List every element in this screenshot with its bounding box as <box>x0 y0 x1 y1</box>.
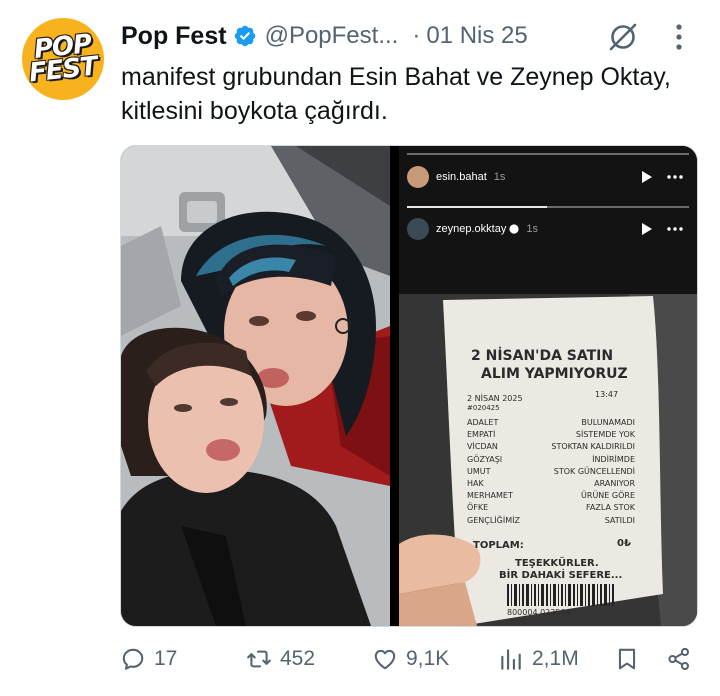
tweet-text: manifest grubundan Esin Bahat ve Zeynep … <box>121 63 671 125</box>
views-button[interactable]: 2,1M <box>498 646 579 672</box>
heart-icon <box>374 649 396 670</box>
receipt-title-line2: ALIM YAPMIYORUZ <box>481 366 628 382</box>
receipt-date: 2 NİSAN 2025 <box>467 394 523 403</box>
receipt-item: GENÇLİĞİMİZ <box>467 515 520 525</box>
receipt-item: EMPATİ <box>467 430 496 440</box>
receipt-status: STOK GÜNCELLENDİ <box>553 466 635 476</box>
reply-icon <box>122 648 144 670</box>
header-separator: · <box>412 22 421 49</box>
reply-button[interactable]: 17 <box>120 646 177 672</box>
share-icon <box>668 647 690 671</box>
story-time-2: 1s <box>526 223 538 235</box>
receipt-row: MERHAMET ÜRÜNE GÖRE <box>467 491 635 503</box>
more-icon-2[interactable] <box>667 227 683 231</box>
bookmark-icon <box>618 648 636 670</box>
story-username-1[interactable]: esin.bahat <box>436 171 487 183</box>
tweet-media[interactable]: esin.bahat 1s zeynep.okktay 1s 2 NİSAN'D… <box>120 145 698 627</box>
receipt-item: ADALET <box>467 418 499 427</box>
receipt-total-label: TOPLAM: <box>473 540 524 551</box>
author-handle[interactable]: @PopFest... <box>265 22 399 50</box>
receipt-row: HAK ARANIYOR <box>467 479 635 491</box>
views-icon <box>501 649 521 670</box>
receipt-barcode-number: 800004 023504 <box>507 608 571 617</box>
like-button[interactable]: 9,1K <box>372 646 449 672</box>
more-icon[interactable] <box>667 175 683 179</box>
repost-icon <box>247 650 271 668</box>
story-user-row-1: esin.bahat 1s <box>407 166 505 188</box>
receipt-item: HAK <box>467 478 484 488</box>
receipt-status: İNDİRİMDE <box>592 454 635 464</box>
like-count: 9,1K <box>406 647 450 670</box>
reply-count: 17 <box>154 647 178 670</box>
story-progress-fill <box>407 206 547 208</box>
play-icon[interactable] <box>641 170 653 184</box>
receipt-status: ÜRÜNE GÖRE <box>581 491 635 501</box>
receipt-status: SATILDI <box>604 515 635 525</box>
receipt-status: BULUNAMADI <box>581 418 635 427</box>
tweet-date[interactable]: 01 Nis 25 <box>426 22 527 50</box>
receipt-status: SİSTEMDE YOK <box>575 430 635 440</box>
story-avatar-icon <box>407 166 429 188</box>
more-options-icon[interactable] <box>666 20 692 54</box>
receipt-item: ÖFKE <box>467 503 489 513</box>
receipt-rows: ADALET BULUNAMADI EMPATİ SİSTEMDE YOK VİCD… <box>467 418 635 528</box>
receipt-row: VİCDAN STOKTAN KALDIRILDI <box>467 442 635 454</box>
receipt-row: GÖZYAŞI İNDİRİMDE <box>467 455 635 467</box>
repost-button[interactable]: 452 <box>246 646 315 672</box>
receipt-item: MERHAMET <box>467 491 513 501</box>
story-controls-2 <box>641 222 683 236</box>
receipt-total-value: 0₺ <box>617 538 631 549</box>
receipt-row: UMUT STOK GÜNCELLENDİ <box>467 467 635 479</box>
receipt-thanks-line1: TEŞEKKÜRLER. <box>515 558 599 569</box>
author-name[interactable]: Pop Fest <box>121 22 227 51</box>
receipt-item: VİCDAN <box>467 442 498 452</box>
receipt-photo: 2 NİSAN'DA SATIN ALIM YAPMIYORUZ 2 NİSAN… <box>399 294 697 626</box>
repost-count: 452 <box>280 647 316 670</box>
receipt-status: STOKTAN KALDIRILDI <box>551 442 635 452</box>
story-avatar-icon-2 <box>407 218 429 240</box>
receipt-row: ADALET BULUNAMADI <box>467 418 635 430</box>
receipt-thanks-line2: BİR DAHAKİ SEFERE... <box>499 570 623 581</box>
receipt-item: UMUT <box>467 466 491 476</box>
author-avatar[interactable]: POP FEST <box>22 18 104 100</box>
receipt-row: ÖFKE FAZLA STOK <box>467 503 635 515</box>
receipt-code: #020425 <box>467 404 500 412</box>
receipt-title-line1: 2 NİSAN'DA SATIN <box>471 348 614 364</box>
story-time-1: 1s <box>493 171 506 183</box>
receipt-time: 13:47 <box>595 390 619 399</box>
story-username-2[interactable]: zeynep.okktay <box>436 223 506 235</box>
grok-icon[interactable] <box>606 20 640 54</box>
receipt-row: GENÇLİĞİMİZ SATILDI <box>467 516 635 528</box>
logo-text-fest: FEST <box>27 51 99 89</box>
receipt-item: GÖZYAŞI <box>467 454 503 464</box>
story-screenshot[interactable]: esin.bahat 1s zeynep.okktay 1s 2 NİSAN'D… <box>399 146 697 626</box>
receipt-status: FAZLA STOK <box>586 503 635 513</box>
story-controls-1 <box>641 170 683 184</box>
play-icon-2[interactable] <box>641 222 653 236</box>
tweet-header: Pop Fest @PopFest... · 01 Nis 25 <box>121 18 528 54</box>
share-button[interactable] <box>666 646 692 672</box>
story-user-row-2: zeynep.okktay 1s <box>407 218 538 240</box>
view-count: 2,1M <box>532 647 579 670</box>
selfie-photo[interactable] <box>121 146 390 626</box>
bookmark-button[interactable] <box>614 646 640 672</box>
verified-small-icon <box>509 224 519 234</box>
receipt-row: EMPATİ SİSTEMDE YOK <box>467 430 635 442</box>
receipt-status: ARANIYOR <box>594 478 635 488</box>
verified-badge-icon <box>234 25 255 47</box>
tweet-actions: 17 452 9,1K 2,1M <box>120 646 700 680</box>
story-progress-bar <box>407 153 689 155</box>
